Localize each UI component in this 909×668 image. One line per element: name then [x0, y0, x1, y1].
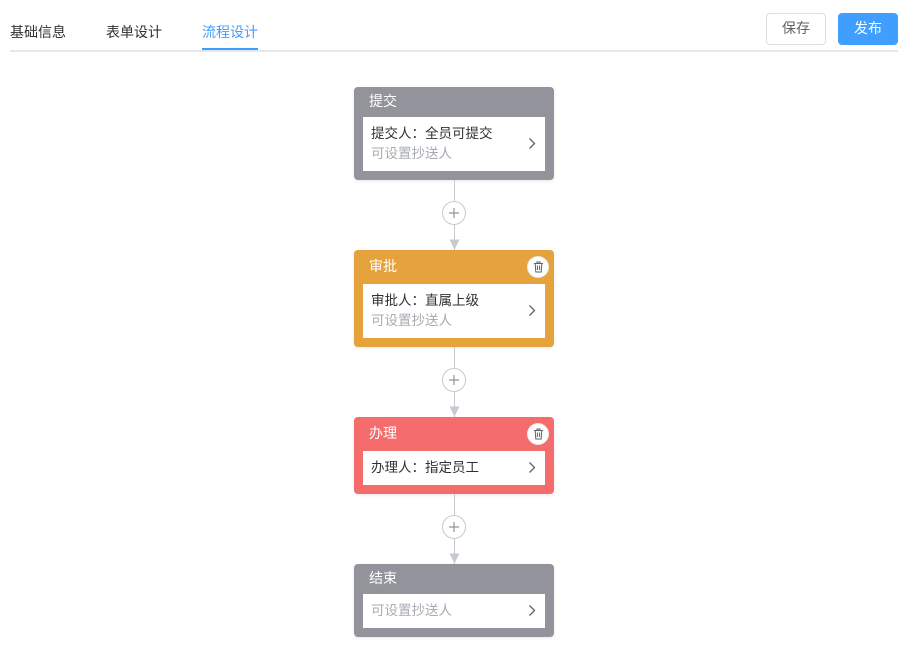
- node-cc-text: 可设置抄送人: [371, 146, 452, 162]
- tab-flow-design[interactable]: 流程设计: [202, 23, 258, 43]
- node-header: 结束: [354, 564, 554, 594]
- flow-node-end[interactable]: 结束 可设置抄送人: [354, 564, 554, 637]
- add-node-button[interactable]: [442, 368, 466, 392]
- plus-icon: [449, 208, 459, 218]
- node-assignee-text: 审批人：直属上级: [371, 293, 479, 309]
- add-node-button[interactable]: [442, 201, 466, 225]
- node-cc-text: 可设置抄送人: [371, 603, 452, 619]
- node-body[interactable]: 可设置抄送人: [363, 594, 545, 628]
- trash-icon: [534, 261, 543, 273]
- trash-icon: [534, 428, 543, 440]
- publish-button[interactable]: 发布: [838, 13, 898, 45]
- arrow-down-icon: [449, 553, 460, 564]
- delete-node-button[interactable]: [527, 256, 549, 278]
- delete-node-button[interactable]: [527, 423, 549, 445]
- node-body[interactable]: 审批人：直属上级 可设置抄送人: [363, 284, 545, 338]
- flow-canvas: 提交 提交人：全员可提交 可设置抄送人 审批 审批人：直属上级 可设置抄送人 办…: [354, 0, 554, 668]
- node-title: 审批: [369, 259, 397, 275]
- chevron-right-icon[interactable]: [528, 604, 536, 617]
- node-cc-text: 可设置抄送人: [371, 313, 452, 329]
- node-title: 结束: [369, 571, 397, 587]
- add-node-button[interactable]: [442, 515, 466, 539]
- flow-node-handle[interactable]: 办理 办理人：指定员工: [354, 417, 554, 494]
- plus-icon: [449, 522, 459, 532]
- tab-basic-info[interactable]: 基础信息: [10, 23, 66, 43]
- node-title: 提交: [369, 94, 397, 110]
- node-assignee-text: 办理人：指定员工: [371, 460, 479, 476]
- node-header: 审批: [354, 250, 554, 280]
- chevron-right-icon[interactable]: [528, 137, 536, 150]
- arrow-down-icon: [449, 239, 460, 250]
- node-assignee-text: 提交人：全员可提交: [371, 126, 493, 142]
- node-header: 办理: [354, 417, 554, 447]
- flow-node-approve[interactable]: 审批 审批人：直属上级 可设置抄送人: [354, 250, 554, 347]
- chevron-right-icon[interactable]: [528, 461, 536, 474]
- tab-form-design[interactable]: 表单设计: [106, 23, 162, 43]
- node-body[interactable]: 提交人：全员可提交 可设置抄送人: [363, 117, 545, 171]
- active-tab-indicator: [202, 48, 258, 50]
- node-title: 办理: [369, 426, 397, 442]
- chevron-right-icon[interactable]: [528, 304, 536, 317]
- plus-icon: [449, 375, 459, 385]
- node-body[interactable]: 办理人：指定员工: [363, 451, 545, 485]
- node-header: 提交: [354, 87, 554, 117]
- flow-node-submit[interactable]: 提交 提交人：全员可提交 可设置抄送人: [354, 87, 554, 180]
- save-button[interactable]: 保存: [766, 13, 826, 45]
- arrow-down-icon: [449, 406, 460, 417]
